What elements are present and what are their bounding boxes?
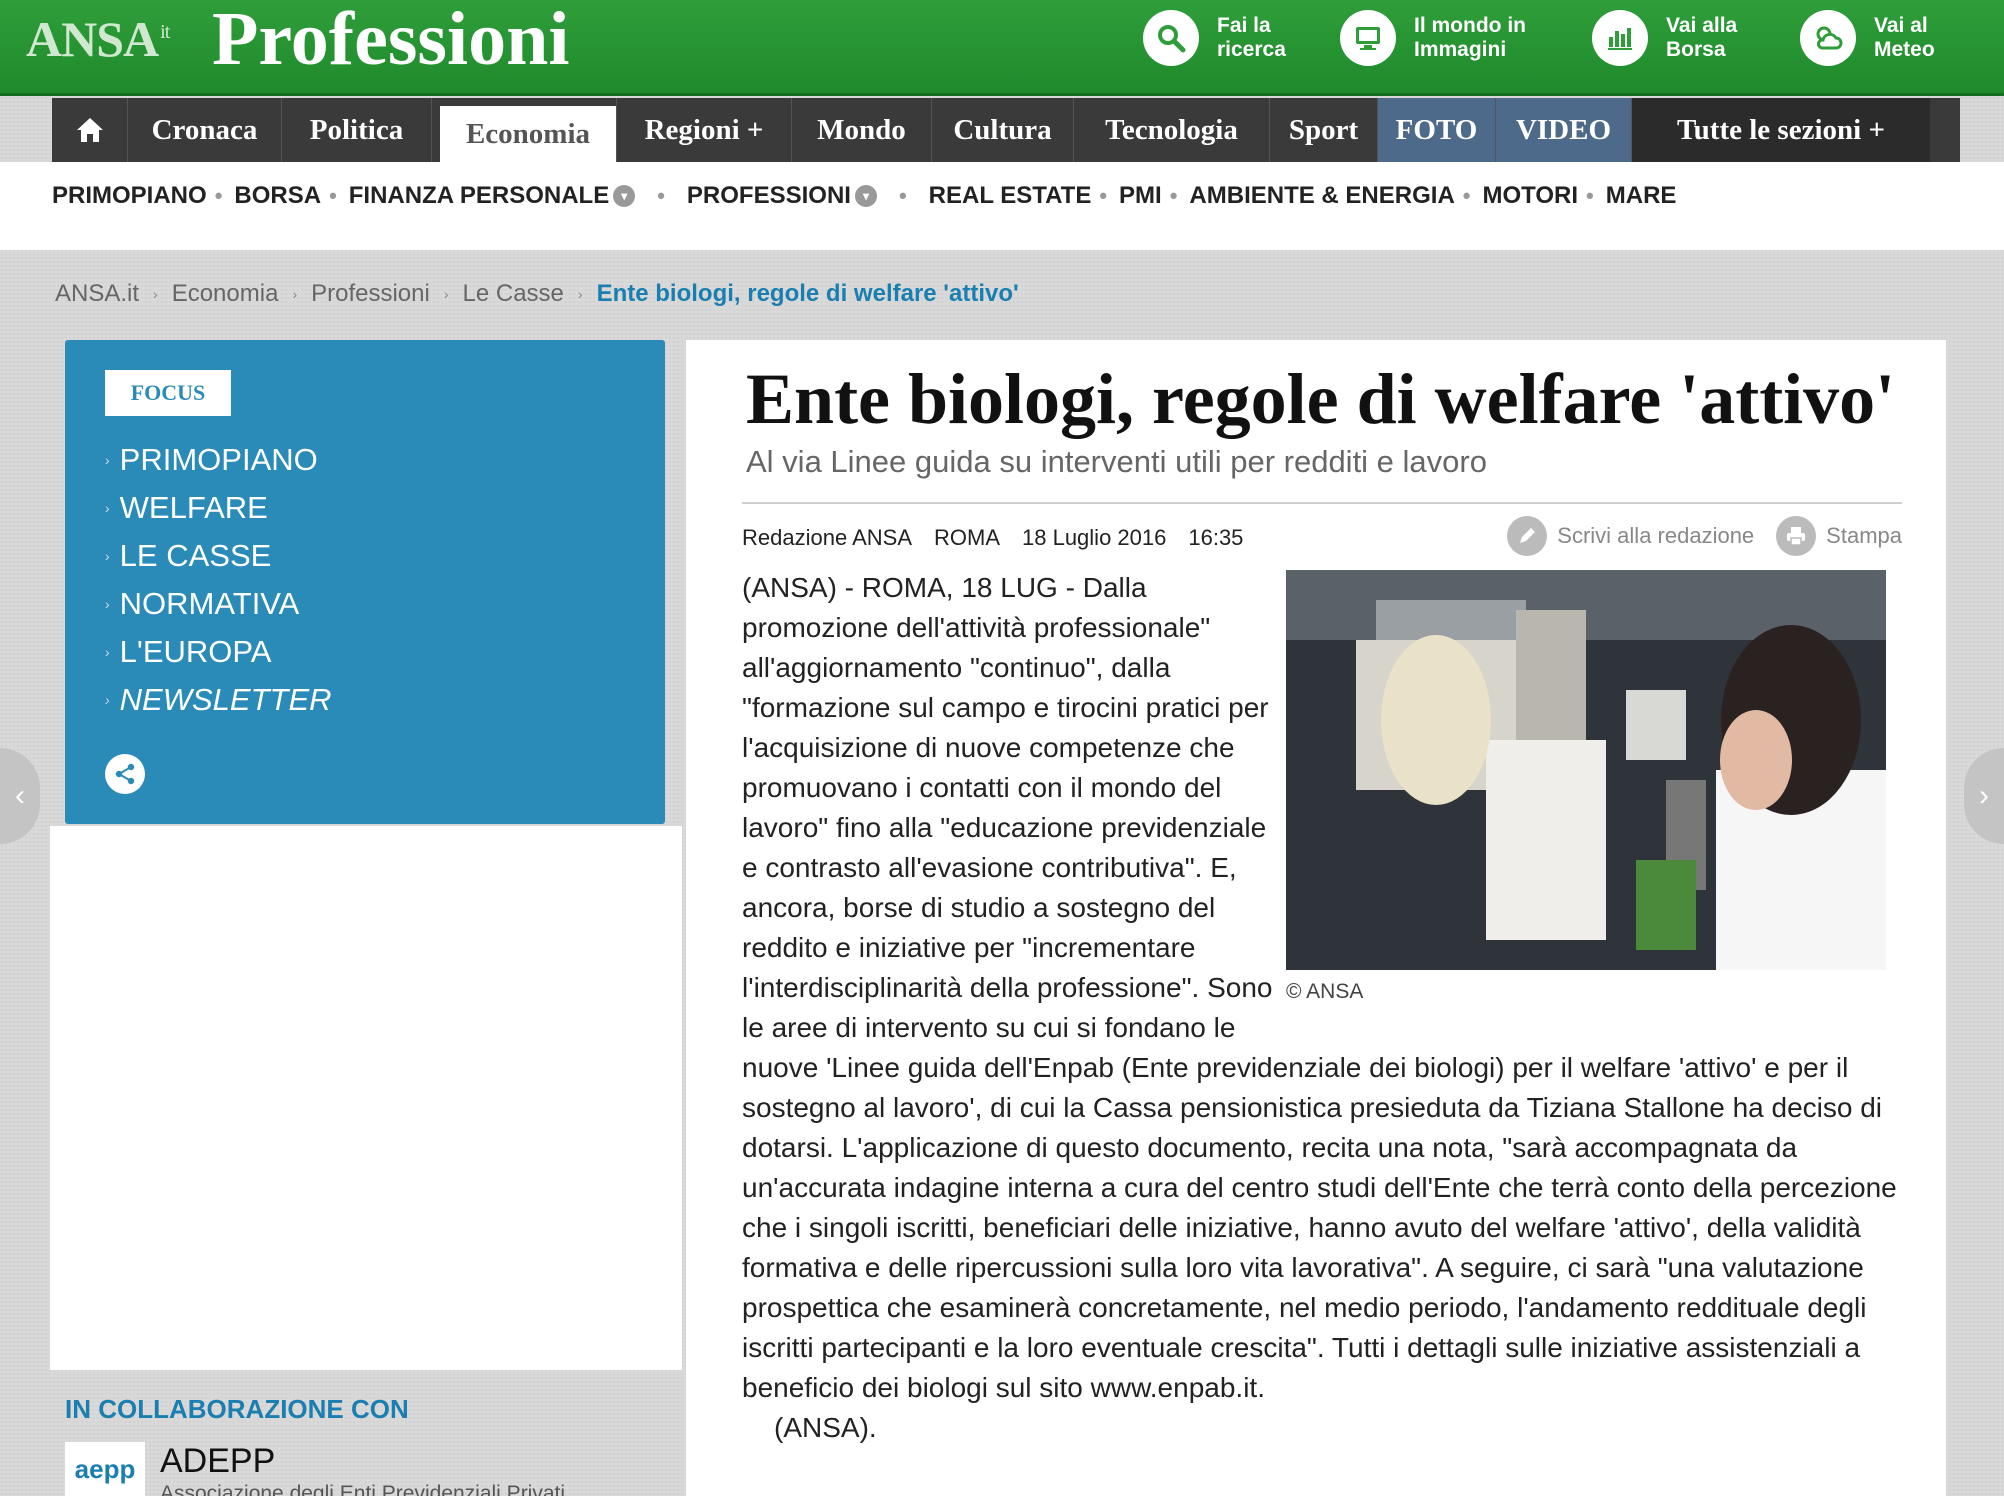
separator-dot: • <box>657 183 665 208</box>
quick-link-search[interactable]: Fai la ricerca <box>1143 8 1337 68</box>
breadcrumb: ANSA.it › Economia › Professioni › Le Ca… <box>55 278 1019 310</box>
subnav-professioni[interactable]: PROFESSIONI ▾ <box>687 182 877 210</box>
adepp-name[interactable]: ADEPP <box>160 1442 275 1481</box>
focus-item-europa[interactable]: › L'EUROPA <box>105 628 332 676</box>
chevron-right-icon: › <box>1979 779 1989 812</box>
photo-spacer <box>1282 568 1902 1038</box>
article-meta: Redazione ANSA ROMA 18 Luglio 2016 16:35 <box>742 520 1265 556</box>
subnav-ambiente-energia[interactable]: AMBIENTE & ENERGIA <box>1189 182 1454 210</box>
home-icon[interactable] <box>52 98 128 162</box>
print-button[interactable]: Stampa <box>1776 516 1902 556</box>
breadcrumb-item[interactable]: Professioni <box>311 280 430 308</box>
nav-economia[interactable]: Economia <box>440 106 616 162</box>
chevron-right-icon: › <box>105 500 110 516</box>
chevron-down-icon[interactable]: ▾ <box>854 185 877 207</box>
subnav-finanza-personale[interactable]: FINANZA PERSONALE ▾ <box>349 182 636 210</box>
share-icon[interactable] <box>105 754 145 794</box>
chevron-right-icon: › <box>153 286 158 302</box>
article-time: 16:35 <box>1188 525 1244 550</box>
chevron-right-icon: › <box>577 286 583 302</box>
main-nav: Cronaca Politica Economia Regioni + Mond… <box>52 98 1960 162</box>
article-signature: (ANSA). <box>774 1412 877 1443</box>
separator-dot: • <box>1099 183 1108 208</box>
separator-dot: • <box>898 183 907 208</box>
sub-nav: PRIMOPIANO • BORSA • FINANZA PERSONALE ▾ … <box>52 176 1676 216</box>
article-body: (ANSA) - ROMA, 18 LUG - Dalla promozione… <box>742 568 1902 1448</box>
article-author: Redazione ANSA <box>742 525 912 550</box>
breadcrumb-item[interactable]: Economia <box>172 280 279 308</box>
monitor-icon <box>1340 10 1396 66</box>
separator-dot: • <box>1586 183 1594 208</box>
subnav-primopiano[interactable]: PRIMOPIANO <box>52 182 207 210</box>
separator-dot: • <box>214 183 223 208</box>
chart-icon <box>1592 10 1648 66</box>
focus-box: FOCUS › PRIMOPIANO › WELFARE › LE CASSE › NO… <box>65 340 665 824</box>
nav-mondo[interactable]: Mondo <box>792 98 932 162</box>
printer-icon <box>1776 516 1817 556</box>
nav-sport[interactable]: Sport <box>1270 98 1378 162</box>
subnav-real-estate[interactable]: REAL ESTATE <box>929 182 1092 210</box>
nav-all-sections[interactable]: Tutte le sezioni + <box>1632 98 1930 162</box>
nav-cronaca[interactable]: Cronaca <box>128 98 282 162</box>
breadcrumb-item[interactable]: ANSA.it <box>55 280 139 308</box>
focus-badge: FOCUS <box>105 370 231 416</box>
chevron-left-icon: ‹ <box>15 779 25 812</box>
nav-regioni[interactable]: Regioni + <box>616 98 792 162</box>
article-tools: Scrivi alla redazione Stampa <box>1485 512 1902 560</box>
separator-dot: • <box>1462 183 1471 208</box>
pencil-icon <box>1507 516 1548 556</box>
write-editor-button[interactable]: Scrivi alla redazione <box>1507 516 1754 556</box>
chevron-right-icon: › <box>292 286 298 302</box>
site-header: ANSA it Professioni Fai la ricerca Il mond… <box>0 0 2004 96</box>
focus-item-primopiano[interactable]: › PRIMOPIANO <box>105 436 332 484</box>
nav-tecnologia[interactable]: Tecnologia <box>1074 98 1270 162</box>
quick-link-meteo[interactable]: Vai al Meteo <box>1800 8 1994 68</box>
nav-cultura[interactable]: Cultura <box>932 98 1074 162</box>
divider <box>742 502 1902 504</box>
quick-link-images[interactable]: Il mondo in Immagini <box>1340 8 1544 68</box>
weather-icon <box>1800 10 1856 66</box>
nav-video[interactable]: VIDEO <box>1496 98 1632 162</box>
subnav-motori[interactable]: MOTORI <box>1482 182 1578 210</box>
next-article-arrow[interactable]: › <box>1964 748 2004 844</box>
article-headline: Ente biologi, regole di welfare 'attivo' <box>746 359 1896 439</box>
chevron-right-icon: › <box>105 452 110 468</box>
adepp-logo[interactable]: aepp <box>65 1442 145 1496</box>
chevron-right-icon: › <box>105 548 110 564</box>
focus-item-le-casse[interactable]: › LE CASSE <box>105 532 332 580</box>
section-logo[interactable]: Professioni <box>212 0 569 83</box>
search-icon <box>1143 10 1199 66</box>
prev-article-arrow[interactable]: ‹ <box>0 748 40 844</box>
article-place: ROMA <box>934 525 1000 550</box>
ad-placeholder <box>50 826 682 1370</box>
subnav-borsa[interactable]: BORSA <box>234 182 321 210</box>
chevron-down-icon[interactable]: ▾ <box>613 185 636 207</box>
quick-link-borsa[interactable]: Vai alla Borsa <box>1592 8 1786 68</box>
focus-item-normativa[interactable]: › NORMATIVA <box>105 580 332 628</box>
separator-dot: • <box>329 183 337 208</box>
chevron-right-icon: › <box>443 286 449 302</box>
ansa-logo[interactable]: ANSA it <box>26 10 170 68</box>
adepp-subtitle: Associazione degli Enti Previdenziali Pr… <box>160 1482 566 1496</box>
focus-item-newsletter[interactable]: › NEWSLETTER <box>105 676 332 724</box>
chevron-right-icon: › <box>105 692 110 708</box>
chevron-right-icon: › <box>105 644 110 660</box>
article-date: 18 Luglio 2016 <box>1022 525 1167 550</box>
focus-list: › PRIMOPIANO › WELFARE › LE CASSE › NORMATIV… <box>105 436 332 724</box>
article-subtitle: Al via Linee guida su interventi utili p… <box>746 444 1487 479</box>
separator-dot: • <box>1169 183 1178 208</box>
article-card: Ente biologi, regole di welfare 'attivo'… <box>686 340 1946 1496</box>
collab-title: IN COLLABORAZIONE CON <box>65 1394 409 1424</box>
breadcrumb-item[interactable]: Le Casse <box>463 280 564 308</box>
nav-politica[interactable]: Politica <box>282 98 432 162</box>
subnav-pmi[interactable]: PMI <box>1119 182 1162 210</box>
nav-foto[interactable]: FOTO <box>1378 98 1496 162</box>
subnav-mare[interactable]: MARE <box>1606 182 1677 210</box>
breadcrumb-current: Ente biologi, regole di welfare 'attivo' <box>596 280 1019 307</box>
chevron-right-icon: › <box>105 596 110 612</box>
focus-item-welfare[interactable]: › WELFARE <box>105 484 332 532</box>
